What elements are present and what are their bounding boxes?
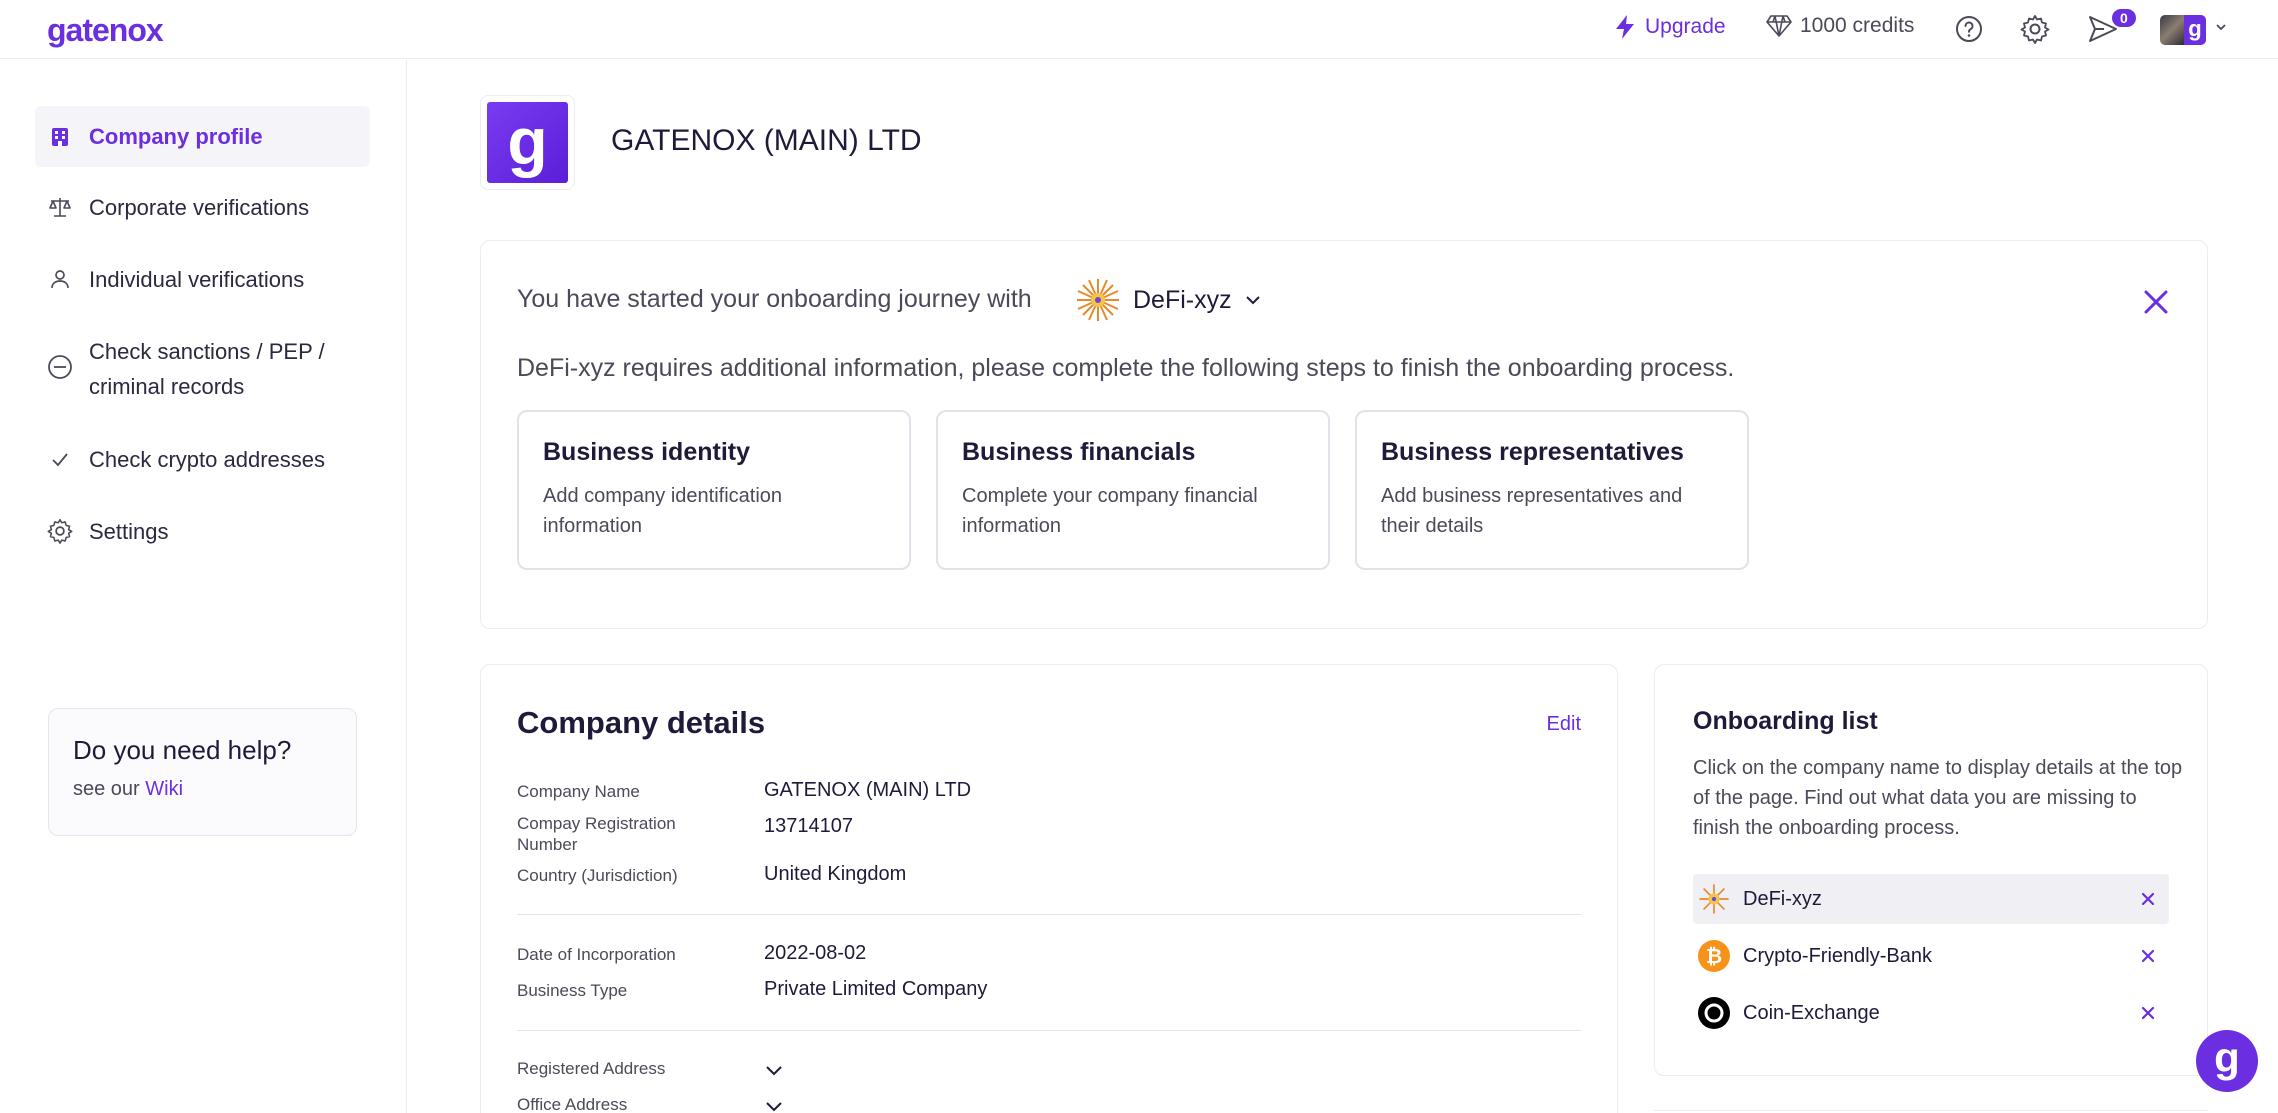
close-icon[interactable] [2141,1006,2155,1020]
help-box: Do you need help? see our Wiki [48,708,357,836]
help-title: Do you need help? [73,735,292,765]
divider [517,914,1581,915]
close-icon[interactable] [2141,892,2155,906]
help-icon[interactable] [1955,15,1983,43]
company-logo-letter: g [487,102,568,183]
step-title: Business identity [543,438,750,466]
sidebar-item-check-sanctions[interactable]: Check sanctions / PEP / criminal records [35,334,355,404]
sidebar-item-company-profile[interactable]: Company profile [35,106,370,167]
field-label-business-type: Business Type [517,981,628,1000]
svg-text:₿: ₿ [1706,944,1722,968]
defi-sun-icon [1077,279,1119,321]
chevron-down-icon[interactable] [2214,20,2228,34]
chevron-down-icon[interactable] [764,1060,784,1080]
scale-icon [47,194,73,220]
edit-button[interactable]: Edit [1547,713,1581,736]
chevron-down-icon[interactable] [764,1096,784,1113]
lightning-icon [1616,15,1634,39]
list-item-crypto-friendly-bank[interactable]: ₿ Crypto-Friendly-Bank [1693,931,2169,981]
gear-icon [47,518,73,544]
onboarding-list-description: Click on the company name to display det… [1693,757,2183,839]
step-title: Business representatives [1381,438,1684,466]
chat-button[interactable]: g [2196,1030,2258,1092]
building-icon [47,124,73,150]
list-item-name: Crypto-Friendly-Bank [1743,944,1932,967]
sidebar: Company profile Corporate verifications … [0,60,407,1113]
notification-badge: 0 [2112,9,2136,27]
sidebar-item-settings[interactable]: Settings [35,514,370,549]
top-bar: gatenox Upgrade 1000 credits 0 g [0,0,2278,59]
sidebar-item-label: Settings [89,519,169,544]
avatar-letter: g [2184,15,2206,45]
step-card-business-representatives[interactable]: Business representatives Add business re… [1355,410,1749,570]
close-icon[interactable] [2143,289,2169,315]
credits-indicator[interactable]: 1000 credits [1766,14,1914,38]
sidebar-item-label: Check sanctions / PEP / criminal records [89,339,325,399]
minus-circle-icon [47,354,73,380]
field-value-country: United Kingdom [764,863,907,885]
sidebar-item-label: Corporate verifications [89,195,310,220]
list-item-defi-xyz[interactable]: DeFi-xyz [1693,874,2169,924]
step-card-business-financials[interactable]: Business financials Complete your compan… [936,410,1330,570]
check-icon [47,446,73,472]
field-label-company-name: Company Name [517,782,640,801]
provider-selector[interactable]: DeFi-xyz [1075,277,1262,323]
field-value-registration-number: 13714107 [764,815,853,837]
onboarding-banner: You have started your onboarding journey… [480,240,2208,629]
onboarding-list-card: Onboarding list Click on the company nam… [1654,664,2208,1076]
field-label-registered-address: Registered Address [517,1059,666,1078]
company-logo: g [480,95,575,190]
avatar[interactable]: g [2160,15,2206,45]
chevron-down-icon [1245,296,1260,305]
company-details-title: Company details [517,705,766,740]
field-value-date-of-incorporation: 2022-08-02 [764,942,867,964]
help-subtitle: see our Wiki [73,778,332,801]
close-icon[interactable] [2141,949,2155,963]
defi-sun-icon [1697,882,1731,916]
step-description: Complete your company financial informat… [962,485,1258,537]
banner-message: DeFi-xyz requires additional information… [517,354,1735,382]
credits-label: 1000 credits [1800,14,1915,37]
provider-name: DeFi-xyz [1133,285,1232,314]
help-prefix: see our [73,778,146,800]
sidebar-item-corporate-verifications[interactable]: Corporate verifications [35,190,370,225]
sidebar-item-check-crypto-addresses[interactable]: Check crypto addresses [35,442,370,477]
banner-intro: You have started your onboarding journey… [517,285,1032,313]
user-icon [47,266,73,292]
step-description: Add company identification information [543,485,783,537]
divider [517,1030,1581,1031]
page-title: GATENOX (MAIN) LTD [611,124,922,157]
wiki-link[interactable]: Wiki [145,778,183,800]
bitcoin-icon: ₿ [1697,939,1731,973]
company-details-card: Company details Edit Company Name GATENO… [480,664,1618,1113]
onboarding-list-title: Onboarding list [1693,707,1878,735]
sidebar-item-label: Individual verifications [89,267,305,292]
field-label-country: Country (Jurisdiction) [517,866,678,885]
field-value-business-type: Private Limited Company [764,978,988,1000]
list-item-coin-exchange[interactable]: Coin-Exchange [1693,988,2169,1038]
list-item-name: Coin-Exchange [1743,1001,1880,1024]
field-value-company-name: GATENOX (MAIN) LTD [764,779,972,801]
gear-icon[interactable] [2020,14,2050,44]
gatenox-logo[interactable]: gatenox [47,12,164,49]
avatar-photo [2160,15,2184,45]
sidebar-item-label: Check crypto addresses [89,447,325,472]
sidebar-item-label: Company profile [89,124,263,149]
sidebar-item-individual-verifications[interactable]: Individual verifications [35,262,370,297]
diamond-icon [1766,15,1792,37]
upgrade-label: Upgrade [1645,15,1726,38]
field-label-office-address: Office Address [517,1095,628,1113]
field-label-date-of-incorporation: Date of Incorporation [517,945,676,964]
step-card-business-identity[interactable]: Business identity Add company identifica… [517,410,911,570]
upgrade-button[interactable]: Upgrade [1613,14,1726,40]
list-item-name: DeFi-xyz [1743,887,1822,910]
field-label-registration-number: Compay Registration Number [517,814,676,854]
ring-icon [1697,996,1731,1030]
step-title: Business financials [962,438,1196,466]
step-description: Add business representatives and their d… [1381,485,1683,537]
